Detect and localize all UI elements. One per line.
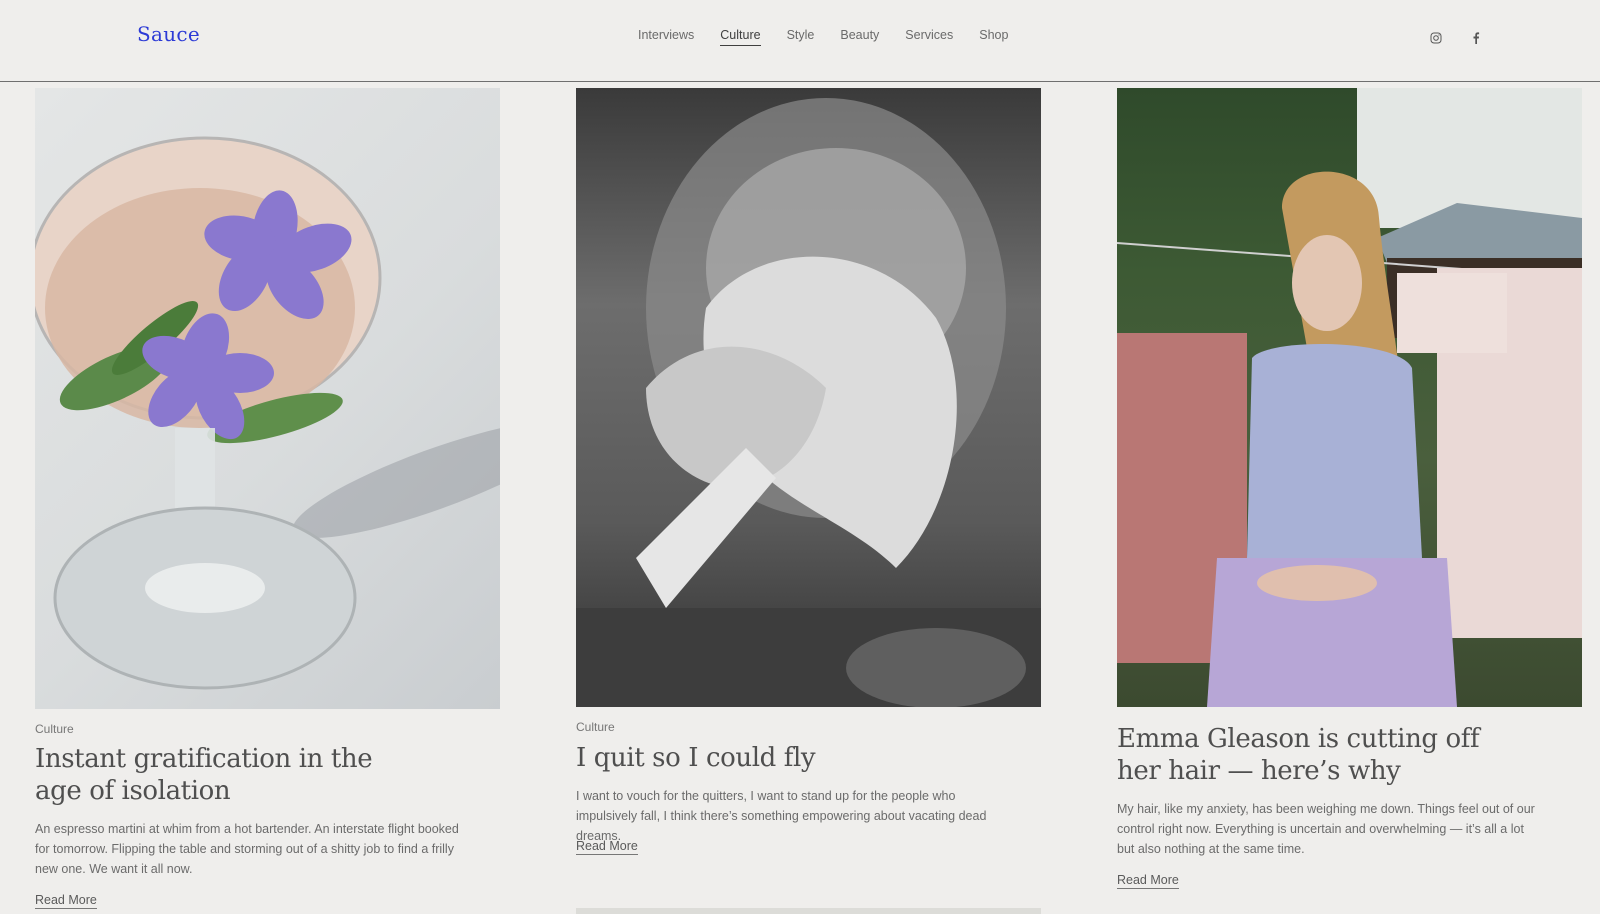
- social-links: [1425, 30, 1487, 46]
- article-title[interactable]: Instant gratification in the age of isol…: [35, 743, 415, 807]
- article-excerpt: My hair, like my anxiety, has been weigh…: [1117, 802, 1535, 856]
- article-title[interactable]: I quit so I could fly: [576, 742, 1016, 774]
- main-nav: Interviews Culture Style Beauty Services…: [638, 28, 1008, 46]
- article-excerpt: An espresso martini at whim from a hot b…: [35, 822, 459, 876]
- facebook-icon[interactable]: [1465, 30, 1487, 46]
- site-header: Sauce Interviews Culture Style Beauty Se…: [0, 0, 1600, 82]
- nav-item-interviews[interactable]: Interviews: [638, 28, 694, 46]
- article-photo-portrait[interactable]: [1117, 88, 1582, 707]
- nav-item-culture[interactable]: Culture: [720, 28, 761, 46]
- read-more-link[interactable]: Read More: [576, 839, 638, 855]
- article-photo-cocktail[interactable]: [35, 88, 500, 709]
- next-article-photo[interactable]: [576, 908, 1041, 914]
- nav-item-services[interactable]: Services: [905, 28, 953, 46]
- site-logo[interactable]: Sauce: [137, 22, 200, 46]
- article-category[interactable]: Culture: [576, 720, 615, 734]
- read-more-link[interactable]: Read More: [35, 893, 97, 909]
- nav-item-style[interactable]: Style: [787, 28, 815, 46]
- article-excerpt: I want to vouch for the quitters, I want…: [576, 789, 987, 843]
- nav-item-beauty[interactable]: Beauty: [840, 28, 879, 46]
- read-more-link[interactable]: Read More: [1117, 873, 1179, 889]
- article-category[interactable]: Culture: [35, 722, 74, 736]
- nav-item-shop[interactable]: Shop: [979, 28, 1008, 46]
- article-photo-bw-flower[interactable]: [576, 88, 1041, 707]
- instagram-icon[interactable]: [1425, 30, 1447, 46]
- article-title[interactable]: Emma Gleason is cutting off her hair — h…: [1117, 723, 1487, 787]
